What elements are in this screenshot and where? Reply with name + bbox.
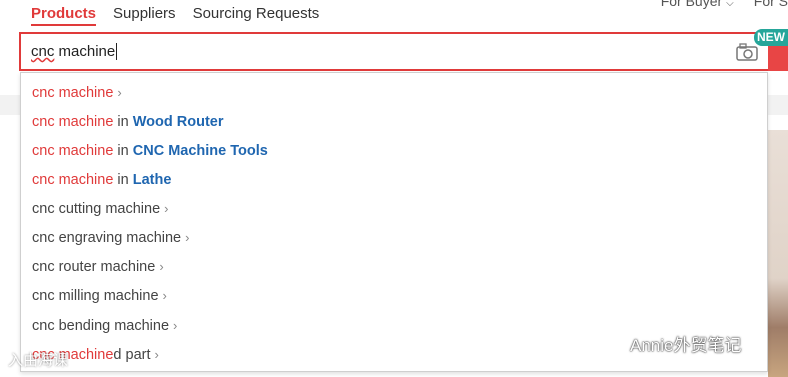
new-badge: NEW: [754, 29, 788, 46]
suggestion-text: d part: [113, 347, 151, 363]
suggestion-item[interactable]: cnc machine in Lathe: [32, 172, 171, 188]
banner-image: [768, 130, 788, 377]
watermark: Annie外贸笔记: [598, 331, 741, 356]
search-input-word-misspelled: cnc: [31, 43, 55, 60]
chevron-right-icon: ›: [185, 230, 190, 245]
watermark-text: Annie外贸笔记: [630, 336, 742, 355]
camera-search-icon[interactable]: [736, 43, 758, 61]
search-input-word: machine: [54, 43, 116, 60]
suggestion-text: cnc engraving machine: [32, 230, 182, 246]
suggestion-item[interactable]: cnc milling machine ›: [32, 288, 167, 304]
suggestion-category: Lathe: [132, 172, 172, 188]
for-buyer-label: For Buyer: [660, 0, 723, 9]
suggestion-item[interactable]: cnc machine ›: [32, 85, 122, 101]
chevron-right-icon: ›: [117, 85, 122, 100]
suggestion-item[interactable]: cnc machine in CNC Machine Tools: [32, 143, 268, 159]
suggestion-text: cnc milling machine: [32, 288, 159, 304]
suggestion-item[interactable]: cnc cutting machine ›: [32, 201, 169, 217]
wechat-icon: [598, 333, 623, 353]
tab-sourcing-requests[interactable]: Sourcing Requests: [193, 5, 320, 26]
suggestion-item[interactable]: cnc engraving machine ›: [32, 230, 189, 246]
search-type-tabs: Products Suppliers Sourcing Requests: [31, 5, 336, 26]
suggestion-connector: in: [113, 172, 133, 188]
suggestion-keyword: cnc machine: [32, 172, 114, 188]
suggestion-text: cnc cutting machine: [32, 201, 161, 217]
top-nav: For Buyer ⌵ For S: [661, 0, 788, 9]
suggestion-keyword: cnc machine: [32, 114, 114, 130]
for-seller-menu[interactable]: For S: [754, 0, 788, 9]
tab-products[interactable]: Products: [31, 5, 96, 26]
search-input[interactable]: cnc machine: [31, 43, 721, 60]
for-buyer-menu[interactable]: For Buyer ⌵: [661, 0, 734, 9]
suggestion-category: Wood Router: [132, 114, 224, 130]
suggestion-item[interactable]: cnc bending machine ›: [32, 318, 177, 334]
search-bar: cnc machine: [19, 32, 768, 71]
suggestion-text: cnc bending machine: [32, 318, 170, 334]
suggestion-item[interactable]: cnc router machine ›: [32, 259, 164, 275]
chevron-right-icon: ›: [173, 318, 178, 333]
tab-suppliers[interactable]: Suppliers: [113, 5, 176, 26]
suggestion-category: CNC Machine Tools: [132, 143, 268, 159]
watermark-secondary: 入由海课: [8, 352, 69, 369]
search-suggestions-dropdown: cnc machine › cnc machine in Wood Router …: [20, 72, 768, 372]
suggestion-keyword: cnc machine: [32, 143, 114, 159]
chevron-right-icon: ›: [159, 259, 164, 274]
suggestion-text: cnc router machine: [32, 259, 156, 275]
chevron-down-icon: ⌵: [726, 0, 734, 9]
suggestion-connector: in: [113, 143, 133, 159]
suggestion-connector: in: [113, 114, 133, 130]
suggestion-item[interactable]: cnc machine in Wood Router: [32, 114, 224, 130]
suggestion-keyword: cnc machine: [32, 85, 114, 101]
chevron-right-icon: ›: [162, 288, 167, 303]
chevron-right-icon: ›: [164, 201, 169, 216]
text-cursor: [116, 43, 118, 60]
chevron-right-icon: ›: [154, 347, 159, 362]
